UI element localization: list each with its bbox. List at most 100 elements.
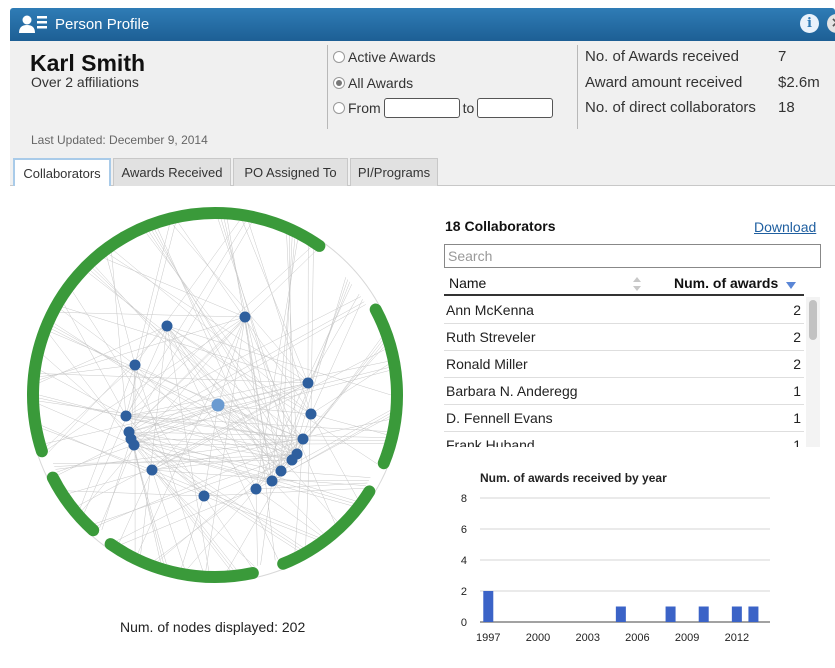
collaborator-name: Ronald Miller: [446, 356, 528, 372]
award-bar: [665, 606, 676, 622]
collaboration-edge: [130, 438, 164, 564]
collaborator-arc: [369, 303, 403, 470]
scrollbar-thumb[interactable]: [809, 300, 817, 340]
collaborator-node: [198, 490, 210, 502]
collaboration-edge: [310, 364, 389, 415]
tab-awards-received[interactable]: Awards Received: [113, 158, 231, 186]
award-amount-label: Award amount received: [585, 74, 743, 91]
awards-received-label: No. of Awards received: [585, 48, 739, 65]
award-bar: [748, 606, 759, 622]
date-range-radio[interactable]: [333, 102, 345, 114]
collaboration-edge: [111, 252, 127, 417]
last-updated-text: Last Updated: December 9, 2014: [31, 133, 208, 147]
table-row[interactable]: Ruth Streveler 2: [444, 324, 804, 351]
sort-descending-icon[interactable]: [786, 282, 796, 289]
all-awards-option[interactable]: All Awards: [333, 73, 413, 93]
x-tick-label: 2009: [675, 632, 699, 644]
download-link[interactable]: Download: [754, 219, 816, 235]
table-row[interactable]: Ann McKenna 2: [444, 297, 804, 324]
collaborator-arc: [46, 471, 100, 537]
all-awards-radio[interactable]: [333, 77, 345, 89]
from-date-input[interactable]: [383, 98, 460, 118]
y-tick-label: 2: [461, 586, 467, 598]
collaboration-edge: [166, 325, 312, 415]
collaborator-node: [120, 410, 132, 422]
name-column-header[interactable]: Name: [449, 275, 486, 291]
collaboration-edge: [39, 403, 135, 446]
collaborator-awards: 1: [793, 410, 801, 426]
close-icon[interactable]: ×: [827, 14, 835, 33]
person-center-node: [211, 398, 225, 412]
info-icon[interactable]: i: [800, 14, 819, 33]
collaboration-edge: [203, 495, 317, 540]
table-row[interactable]: Frank Huband 1: [444, 432, 804, 447]
collaboration-edge: [58, 438, 132, 476]
collaboration-edge: [151, 469, 185, 569]
collaboration-edge: [69, 469, 153, 494]
from-label: From: [348, 100, 381, 116]
collaboration-edge: [130, 438, 354, 504]
collaboration-edge: [151, 469, 255, 567]
collaboration-edge: [106, 256, 136, 366]
collaboration-edge: [223, 219, 282, 472]
table-row[interactable]: Barbara N. Anderegg 1: [444, 378, 804, 405]
x-tick-label: 2000: [526, 632, 550, 644]
x-tick-label: 1997: [476, 632, 500, 644]
collaboration-edge: [217, 404, 293, 461]
collaboration-edge: [118, 469, 153, 543]
collaborator-arc: [277, 485, 376, 570]
tab-po-assigned-to[interactable]: PO Assigned To: [233, 158, 348, 186]
collaborator-node: [286, 454, 298, 466]
collaborator-awards: 1: [793, 437, 801, 447]
award-amount-value: $2.6m: [778, 74, 820, 91]
header-divider: [577, 45, 578, 129]
sort-both-icon[interactable]: [632, 276, 642, 292]
tab-pi-programs[interactable]: PI/Programs: [350, 158, 438, 186]
search-input[interactable]: [444, 244, 821, 268]
active-awards-option[interactable]: Active Awards: [333, 47, 436, 67]
collaborator-node: [275, 465, 287, 477]
x-tick-label: 2003: [575, 632, 599, 644]
x-tick-label: 2012: [725, 632, 749, 644]
collaborator-node: [250, 483, 262, 495]
collaborator-node: [305, 408, 317, 420]
collaboration-edge: [125, 415, 205, 497]
tab-collaborators[interactable]: Collaborators: [13, 158, 111, 187]
collaborator-awards: 2: [793, 356, 801, 372]
collaborator-arc: [27, 231, 130, 458]
table-scrollbar[interactable]: [806, 297, 820, 447]
to-date-input[interactable]: [477, 98, 554, 118]
y-tick-label: 8: [461, 493, 467, 505]
collaborator-name: Ann McKenna: [446, 302, 534, 318]
collaborator-node: [297, 433, 309, 445]
table-row[interactable]: Ronald Miller 2: [444, 351, 804, 378]
date-range-option[interactable]: From to: [333, 98, 556, 118]
nodes-displayed-text: Num. of nodes displayed: 202: [120, 619, 306, 635]
y-tick-label: 4: [461, 555, 467, 567]
affiliations-text: Over 2 affiliations: [31, 74, 139, 90]
window-title: Person Profile: [55, 16, 150, 33]
collaborator-node: [266, 475, 278, 487]
award-bar: [731, 606, 742, 622]
collaboration-edge: [134, 224, 170, 366]
y-tick-label: 0: [461, 617, 467, 629]
collaborator-awards: 2: [793, 329, 801, 345]
collaboration-edge: [62, 306, 309, 384]
awards-column-header[interactable]: Num. of awards: [674, 275, 778, 291]
award-bar: [698, 606, 709, 622]
active-awards-label: Active Awards: [348, 49, 436, 65]
to-label: to: [462, 100, 475, 116]
collaboration-edge: [134, 364, 203, 571]
collaboration-edge: [46, 364, 136, 447]
profile-header: Karl Smith Over 2 affiliations Last Upda…: [10, 41, 835, 151]
table-row[interactable]: D. Fennell Evans 1: [444, 405, 804, 432]
collaboration-edge: [81, 316, 246, 511]
collaboration-edge: [52, 326, 293, 461]
active-awards-radio[interactable]: [333, 51, 345, 63]
collaboration-edge: [49, 334, 135, 446]
collaboration-edge: [203, 488, 365, 497]
collaborator-node: [146, 464, 158, 476]
chart-title: Num. of awards received by year: [480, 471, 667, 485]
collaboration-network-graph[interactable]: [15, 195, 415, 607]
collaborators-count-label: No. of direct collaborators: [585, 99, 756, 116]
